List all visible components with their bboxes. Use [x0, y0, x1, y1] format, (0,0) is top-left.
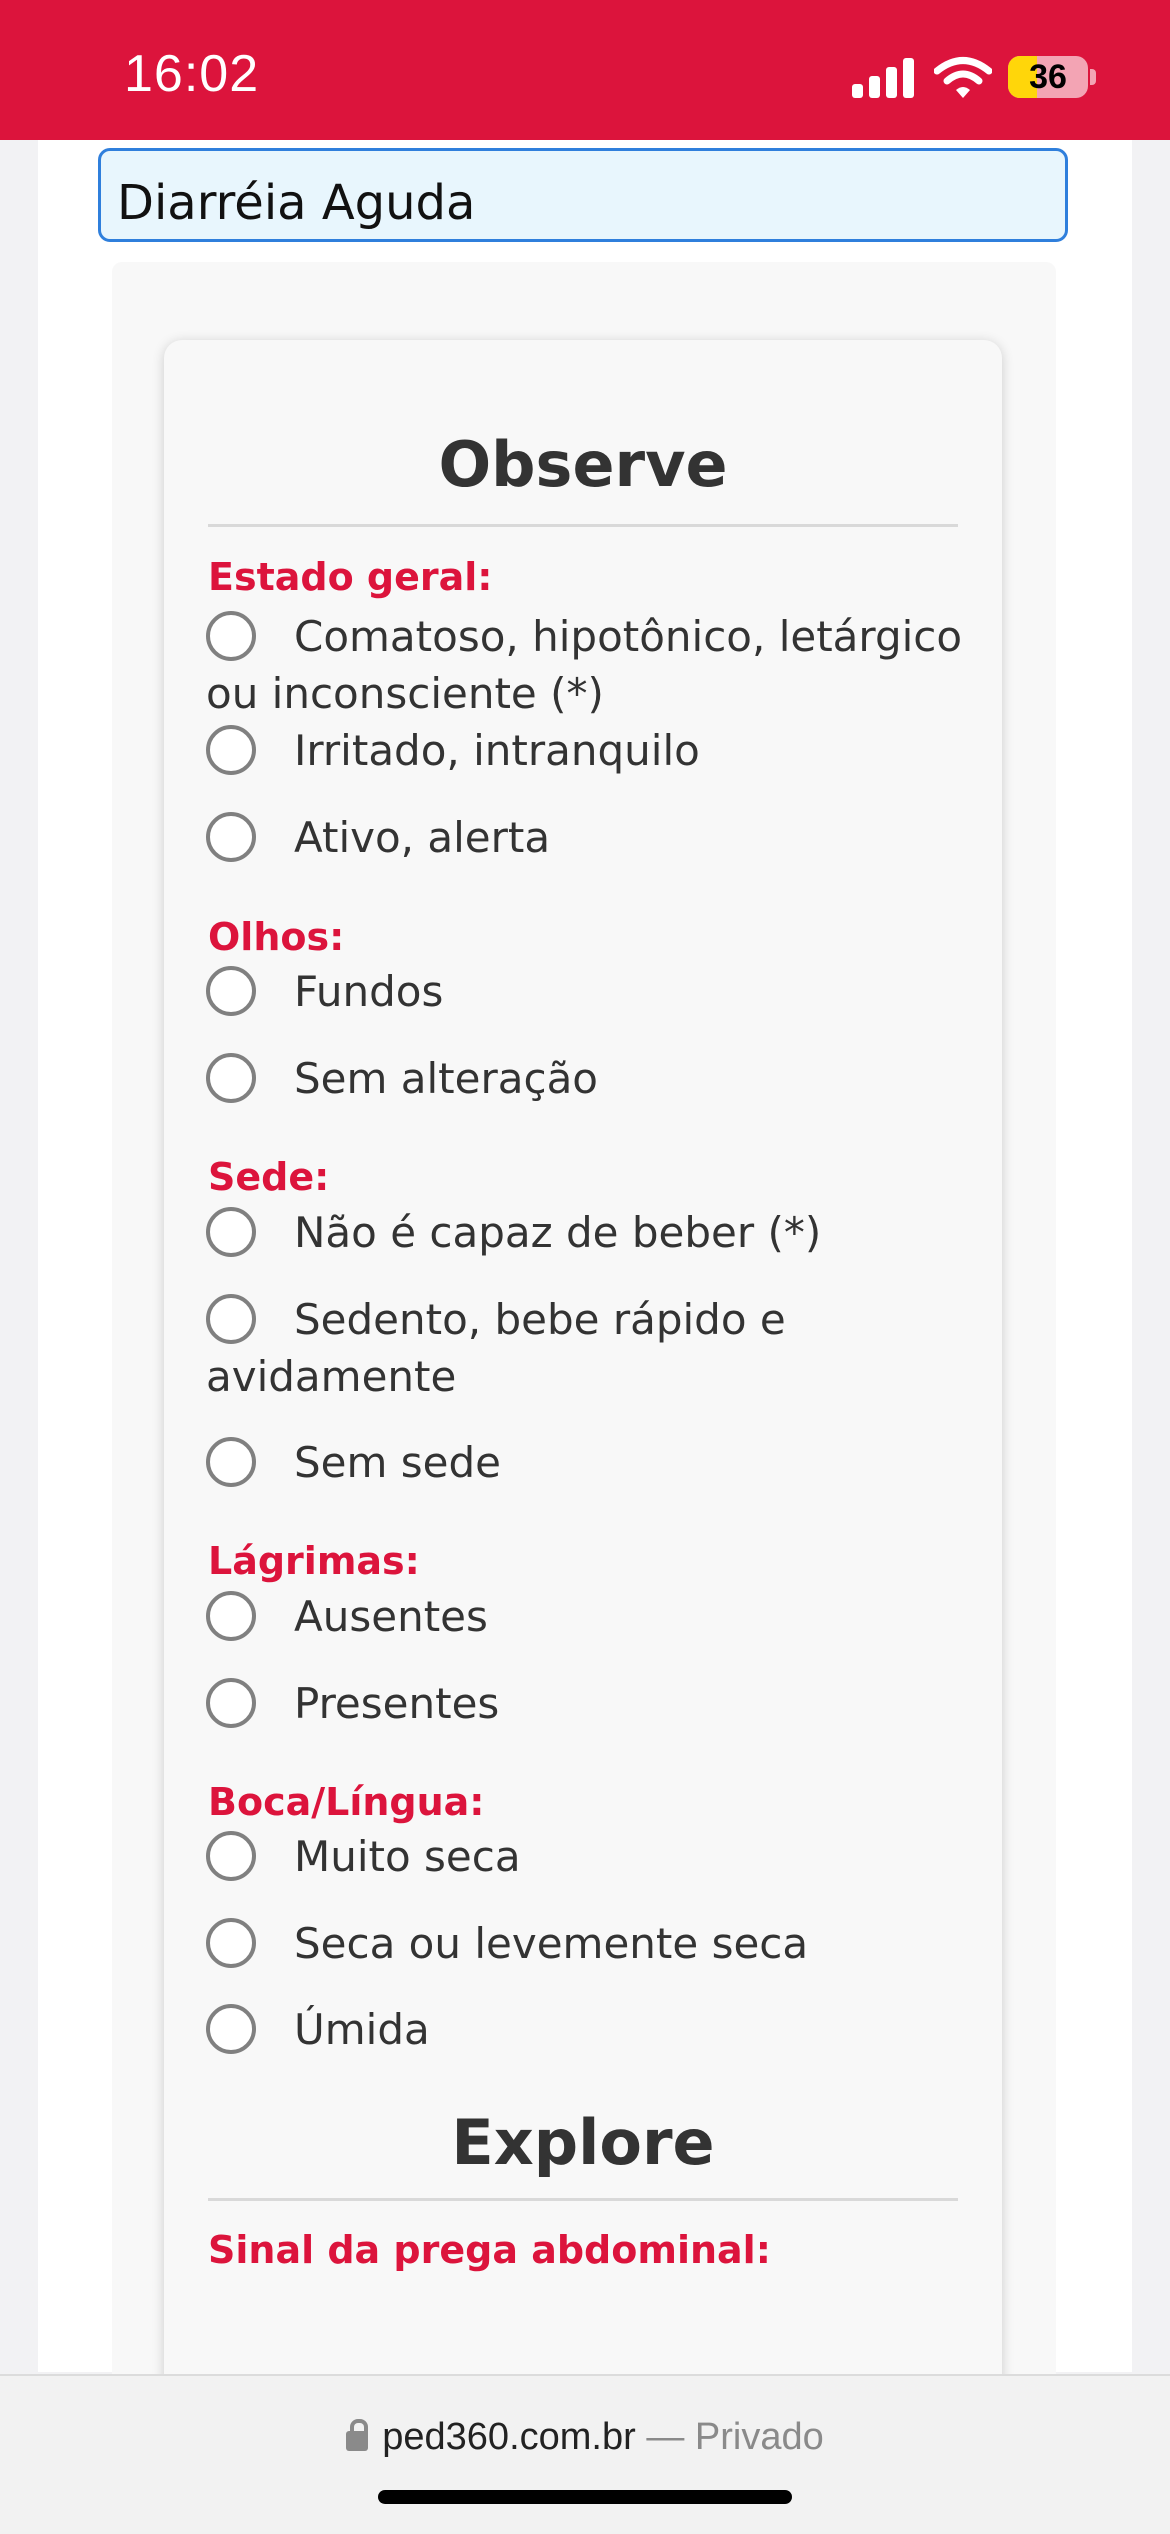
- option-sem-alteracao[interactable]: Sem alteração: [206, 1050, 966, 1107]
- radio-button[interactable]: [206, 1294, 256, 1344]
- option-ativo[interactable]: Ativo, alerta: [206, 809, 966, 866]
- private-label: — Privado: [646, 2416, 824, 2458]
- option-label: Úmida: [294, 2005, 430, 2054]
- option-sem-sede[interactable]: Sem sede: [206, 1434, 966, 1491]
- radio-button[interactable]: [206, 966, 256, 1016]
- section-title-observe: Observe: [438, 428, 728, 501]
- wifi-icon: [934, 57, 992, 98]
- option-seca[interactable]: Seca ou levemente seca: [206, 1915, 966, 1972]
- battery-tip: [1090, 69, 1096, 85]
- question-label-olhos: Olhos:: [208, 915, 345, 959]
- url-domain: ped360.com.br: [382, 2416, 636, 2458]
- assessment-card: Observe Estado geral: Comatoso, hipotôni…: [164, 340, 1002, 2440]
- question-label-lagrimas: Lágrimas:: [208, 1539, 420, 1583]
- question-label-estado-geral: Estado geral:: [208, 555, 493, 599]
- lock-icon: [346, 2419, 369, 2451]
- option-label: Presentes: [294, 1679, 500, 1728]
- browser-bottom-bar: ped360.com.br — Privado: [0, 2374, 1170, 2534]
- radio-button[interactable]: [206, 1678, 256, 1728]
- radio-button[interactable]: [206, 1591, 256, 1641]
- option-label: Irritado, intranquilo: [294, 726, 700, 775]
- option-comatoso[interactable]: Comatoso, hipotônico, letárgico ou incon…: [206, 608, 966, 722]
- home-indicator[interactable]: [378, 2490, 792, 2504]
- option-ausentes[interactable]: Ausentes: [206, 1588, 966, 1645]
- section-title-explore: Explore: [451, 2106, 715, 2179]
- option-nao-capaz-beber[interactable]: Não é capaz de beber (*): [206, 1204, 966, 1261]
- page-content: Diarréia Aguda Observe Estado geral: Com…: [38, 140, 1132, 2440]
- status-time: 16:02: [124, 45, 260, 103]
- radio-button[interactable]: [206, 611, 256, 661]
- option-label: Sem alteração: [294, 1054, 599, 1103]
- option-label: Ativo, alerta: [294, 813, 551, 862]
- option-umida[interactable]: Úmida: [206, 2001, 966, 2058]
- address-bar[interactable]: ped360.com.br — Privado: [0, 2416, 1170, 2459]
- question-label-sede: Sede:: [208, 1155, 330, 1199]
- radio-button[interactable]: [206, 725, 256, 775]
- radio-button[interactable]: [206, 1831, 256, 1881]
- option-label: Comatoso, hipotônico, letárgico ou incon…: [206, 612, 963, 718]
- option-muito-seca[interactable]: Muito seca: [206, 1828, 966, 1885]
- radio-button[interactable]: [206, 2004, 256, 2054]
- question-label-boca-lingua: Boca/Língua:: [208, 1780, 485, 1824]
- question-label-prega-abdominal: Sinal da prega abdominal:: [208, 2228, 771, 2272]
- option-label: Ausentes: [294, 1592, 488, 1641]
- form-panel: Observe Estado geral: Comatoso, hipotôni…: [112, 262, 1056, 2440]
- radio-button[interactable]: [206, 1437, 256, 1487]
- radio-button[interactable]: [206, 1207, 256, 1257]
- battery-percentage: 36: [1029, 58, 1067, 96]
- option-label: Fundos: [294, 967, 444, 1016]
- option-presentes[interactable]: Presentes: [206, 1675, 966, 1732]
- option-label: Muito seca: [294, 1832, 521, 1881]
- battery-icon: 36: [1008, 56, 1088, 98]
- radio-button[interactable]: [206, 812, 256, 862]
- signal-icon: [852, 58, 916, 98]
- radio-button[interactable]: [206, 1918, 256, 1968]
- condition-select[interactable]: Diarréia Aguda: [98, 148, 1068, 242]
- option-sedento[interactable]: Sedento, bebe rápido e avidamente: [206, 1291, 966, 1405]
- option-label: Seca ou levemente seca: [294, 1919, 809, 1968]
- option-label: Sem sede: [294, 1438, 501, 1487]
- option-label: Não é capaz de beber (*): [294, 1208, 822, 1257]
- section-divider: [208, 2198, 958, 2201]
- condition-select-value: Diarréia Aguda: [117, 175, 476, 231]
- option-label: Sedento, bebe rápido e avidamente: [206, 1295, 786, 1401]
- option-fundos[interactable]: Fundos: [206, 963, 966, 1020]
- radio-button[interactable]: [206, 1053, 256, 1103]
- section-divider: [208, 524, 958, 527]
- status-bar: 16:02 36: [0, 0, 1170, 140]
- option-irritado[interactable]: Irritado, intranquilo: [206, 722, 966, 779]
